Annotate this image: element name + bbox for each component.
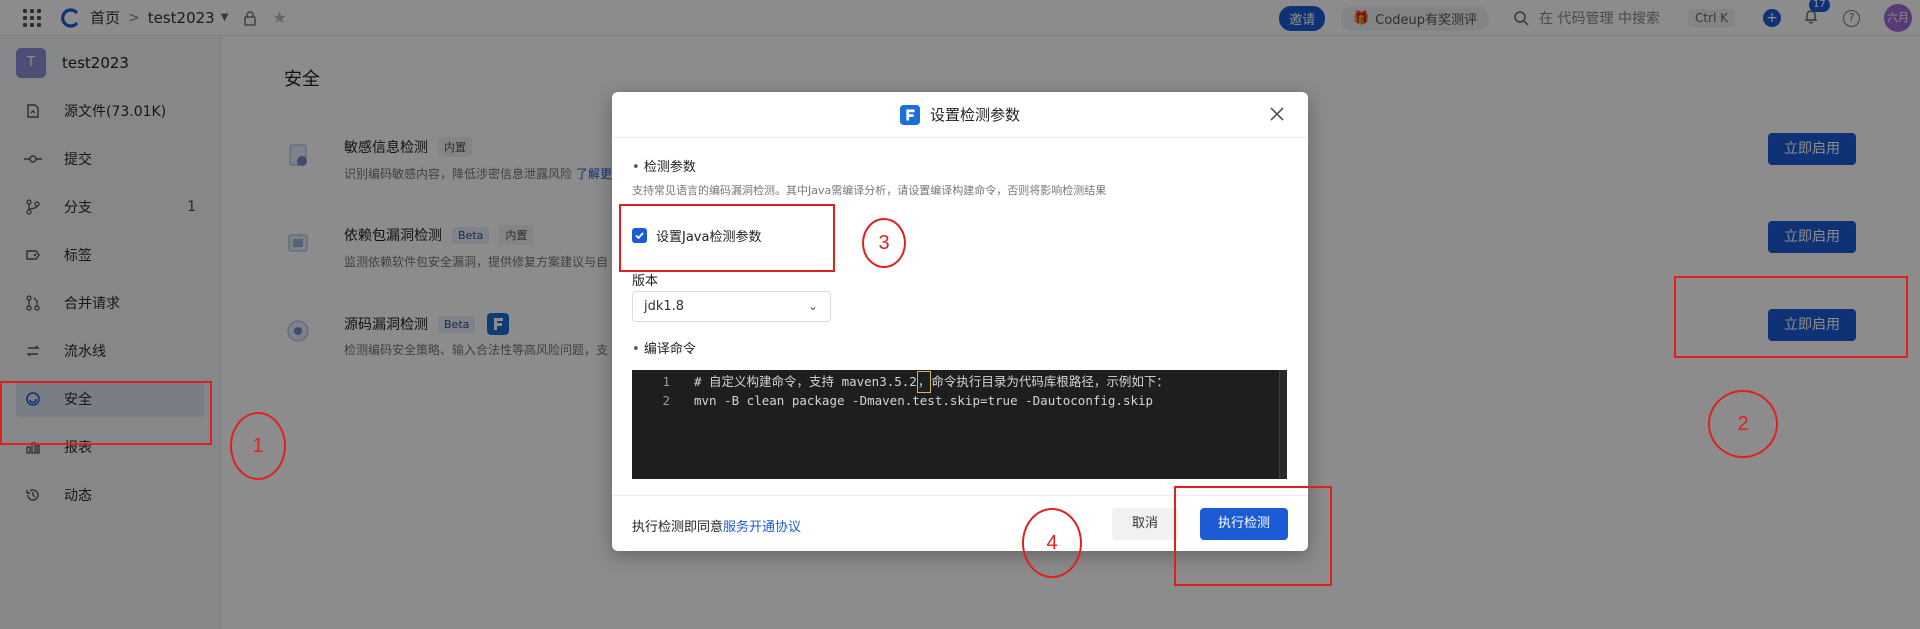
annotation-box-3 xyxy=(619,204,835,272)
detection-settings-dialog: 设置检测参数 检测参数 支持常见语言的编码漏洞检测。其中Java需编译分析，请设… xyxy=(612,92,1308,551)
chevron-down-icon: ⌄ xyxy=(807,299,818,313)
code-text: 命令执行目录为代码库根路径，示例如下： xyxy=(931,374,1169,389)
compile-command-editor[interactable]: 1 # 自定义构建命令，支持 maven3.5.2，命令执行目录为代码库根路径，示… xyxy=(632,370,1287,479)
annotation-box-2 xyxy=(1674,276,1908,358)
section-desc: 支持常见语言的编码漏洞检测。其中Java需编译分析，请设置编译构建命令，否则将影… xyxy=(632,184,1107,197)
dialog-body: 检测参数 支持常见语言的编码漏洞检测。其中Java需编译分析，请设置编译构建命令… xyxy=(632,138,1288,488)
version-select[interactable]: jdk1.8 ⌄ xyxy=(632,291,831,322)
agree-text: 执行检测即同意 xyxy=(632,520,724,535)
service-agreement-link[interactable]: 服务开通协议 xyxy=(723,520,801,535)
annotation-circle-1: 1 xyxy=(230,412,286,480)
annotation-circle-4: 4 xyxy=(1022,508,1082,578)
code-line: 2 mvn -B clean package -Dmaven.test.skip=… xyxy=(632,391,1272,411)
code-line: 1 # 自定义构建命令，支持 maven3.5.2，命令执行目录为代码库根路径，示… xyxy=(632,371,1272,393)
scanner-brand-icon xyxy=(899,104,920,125)
annotation-box-4 xyxy=(1174,486,1332,586)
section-title-compile: 编译命令 xyxy=(632,338,696,357)
version-label: 版本 xyxy=(632,274,659,289)
editor-scrollbar[interactable] xyxy=(1279,370,1287,479)
line-number: 2 xyxy=(662,393,670,408)
dialog-title: 设置检测参数 xyxy=(929,106,1020,124)
code-text: mvn -B clean package -Dmaven.test.skip=t… xyxy=(694,393,1154,408)
close-icon[interactable] xyxy=(1266,103,1288,125)
dialog-header: 设置检测参数 xyxy=(612,92,1308,138)
line-number: 1 xyxy=(662,374,670,389)
cancel-button[interactable]: 取消 xyxy=(1112,508,1178,540)
annotation-circle-3: 3 xyxy=(862,218,906,268)
code-text: # 自定义构建命令，支持 maven3.5.2 xyxy=(694,374,917,389)
code-cursor-mark: ， xyxy=(916,371,932,393)
annotation-circle-2: 2 xyxy=(1708,390,1778,458)
version-value: jdk1.8 xyxy=(644,299,685,314)
section-title-params: 检测参数 xyxy=(632,156,696,175)
annotation-box-1 xyxy=(0,381,212,445)
